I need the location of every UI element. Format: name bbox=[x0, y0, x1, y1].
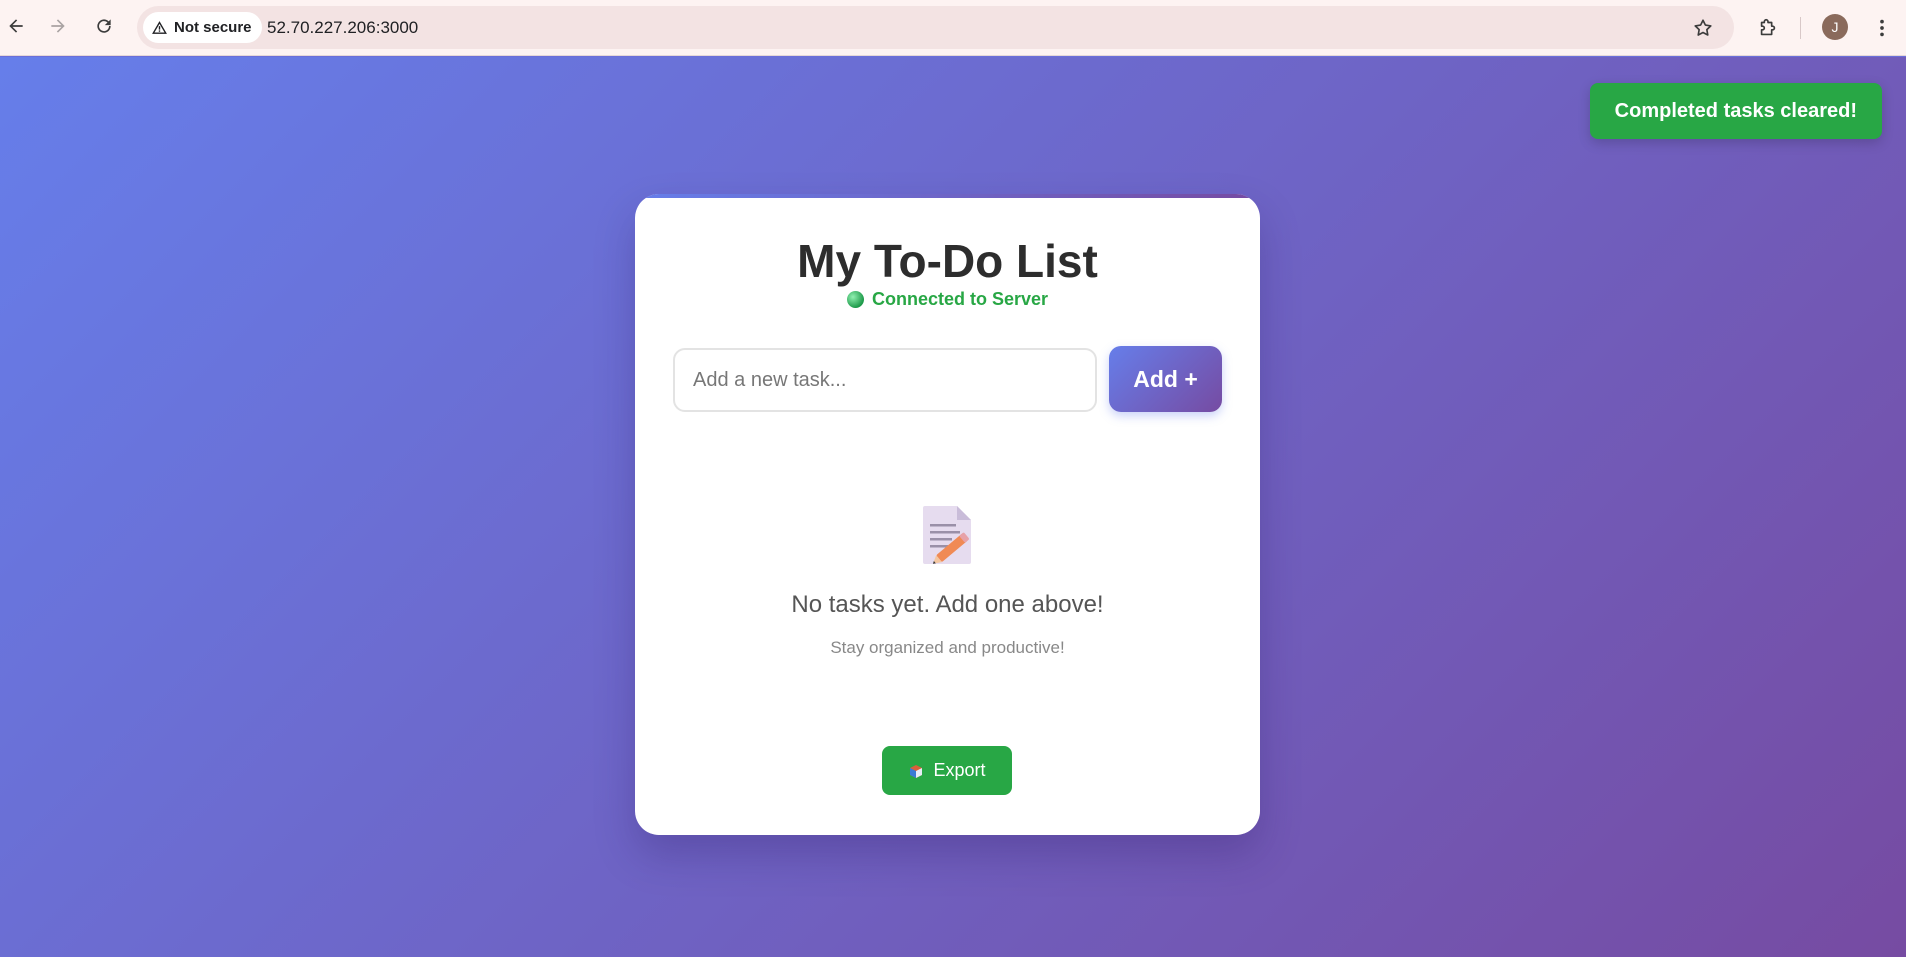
green-dot-icon bbox=[846, 291, 864, 308]
security-chip[interactable]: Not secure bbox=[143, 12, 262, 43]
new-task-input[interactable] bbox=[673, 348, 1097, 412]
connection-status: Connected to Server bbox=[635, 289, 1260, 310]
kebab-menu-icon bbox=[1880, 19, 1884, 37]
reload-icon bbox=[97, 19, 111, 33]
page-title: My To-Do List bbox=[797, 235, 1098, 287]
address-bar[interactable]: Not secure 52.70.227.206:3000 bbox=[137, 6, 1734, 49]
connection-status-label: Connected to Server bbox=[871, 289, 1049, 309]
puzzle-icon bbox=[1760, 18, 1776, 36]
profile-avatar[interactable]: J bbox=[1822, 14, 1848, 40]
warning-triangle-icon bbox=[152, 21, 167, 34]
back-button[interactable] bbox=[0, 10, 32, 42]
package-icon bbox=[910, 764, 923, 778]
empty-state-title: No tasks yet. Add one above! bbox=[791, 591, 1104, 618]
arrow-left-icon bbox=[9, 19, 23, 33]
memo-icon bbox=[923, 506, 971, 564]
card-accent-bar bbox=[635, 194, 1260, 198]
star-icon bbox=[1694, 19, 1712, 36]
toolbar-divider bbox=[1800, 17, 1801, 39]
reload-button[interactable] bbox=[88, 10, 120, 42]
add-task-button[interactable]: Add + bbox=[1109, 346, 1222, 412]
page-background: Completed tasks cleared! My To-Do List C… bbox=[0, 57, 1906, 957]
browser-menu-button[interactable] bbox=[1865, 11, 1899, 45]
export-button[interactable]: Export bbox=[882, 746, 1012, 795]
security-label: Not secure bbox=[174, 19, 252, 36]
url-text[interactable]: 52.70.227.206:3000 bbox=[267, 6, 418, 49]
todo-card: My To-Do List Connected to Server Add + … bbox=[635, 194, 1260, 835]
extensions-button[interactable] bbox=[1751, 11, 1785, 45]
export-label: Export bbox=[933, 760, 986, 780]
bookmark-button[interactable] bbox=[1686, 11, 1720, 45]
arrow-right-icon bbox=[51, 19, 65, 33]
empty-state-subtitle: Stay organized and productive! bbox=[830, 638, 1065, 657]
toast-notification: Completed tasks cleared! bbox=[1589, 83, 1882, 139]
browser-toolbar: Not secure 52.70.227.206:3000 J bbox=[0, 0, 1906, 56]
forward-button[interactable] bbox=[42, 10, 74, 42]
